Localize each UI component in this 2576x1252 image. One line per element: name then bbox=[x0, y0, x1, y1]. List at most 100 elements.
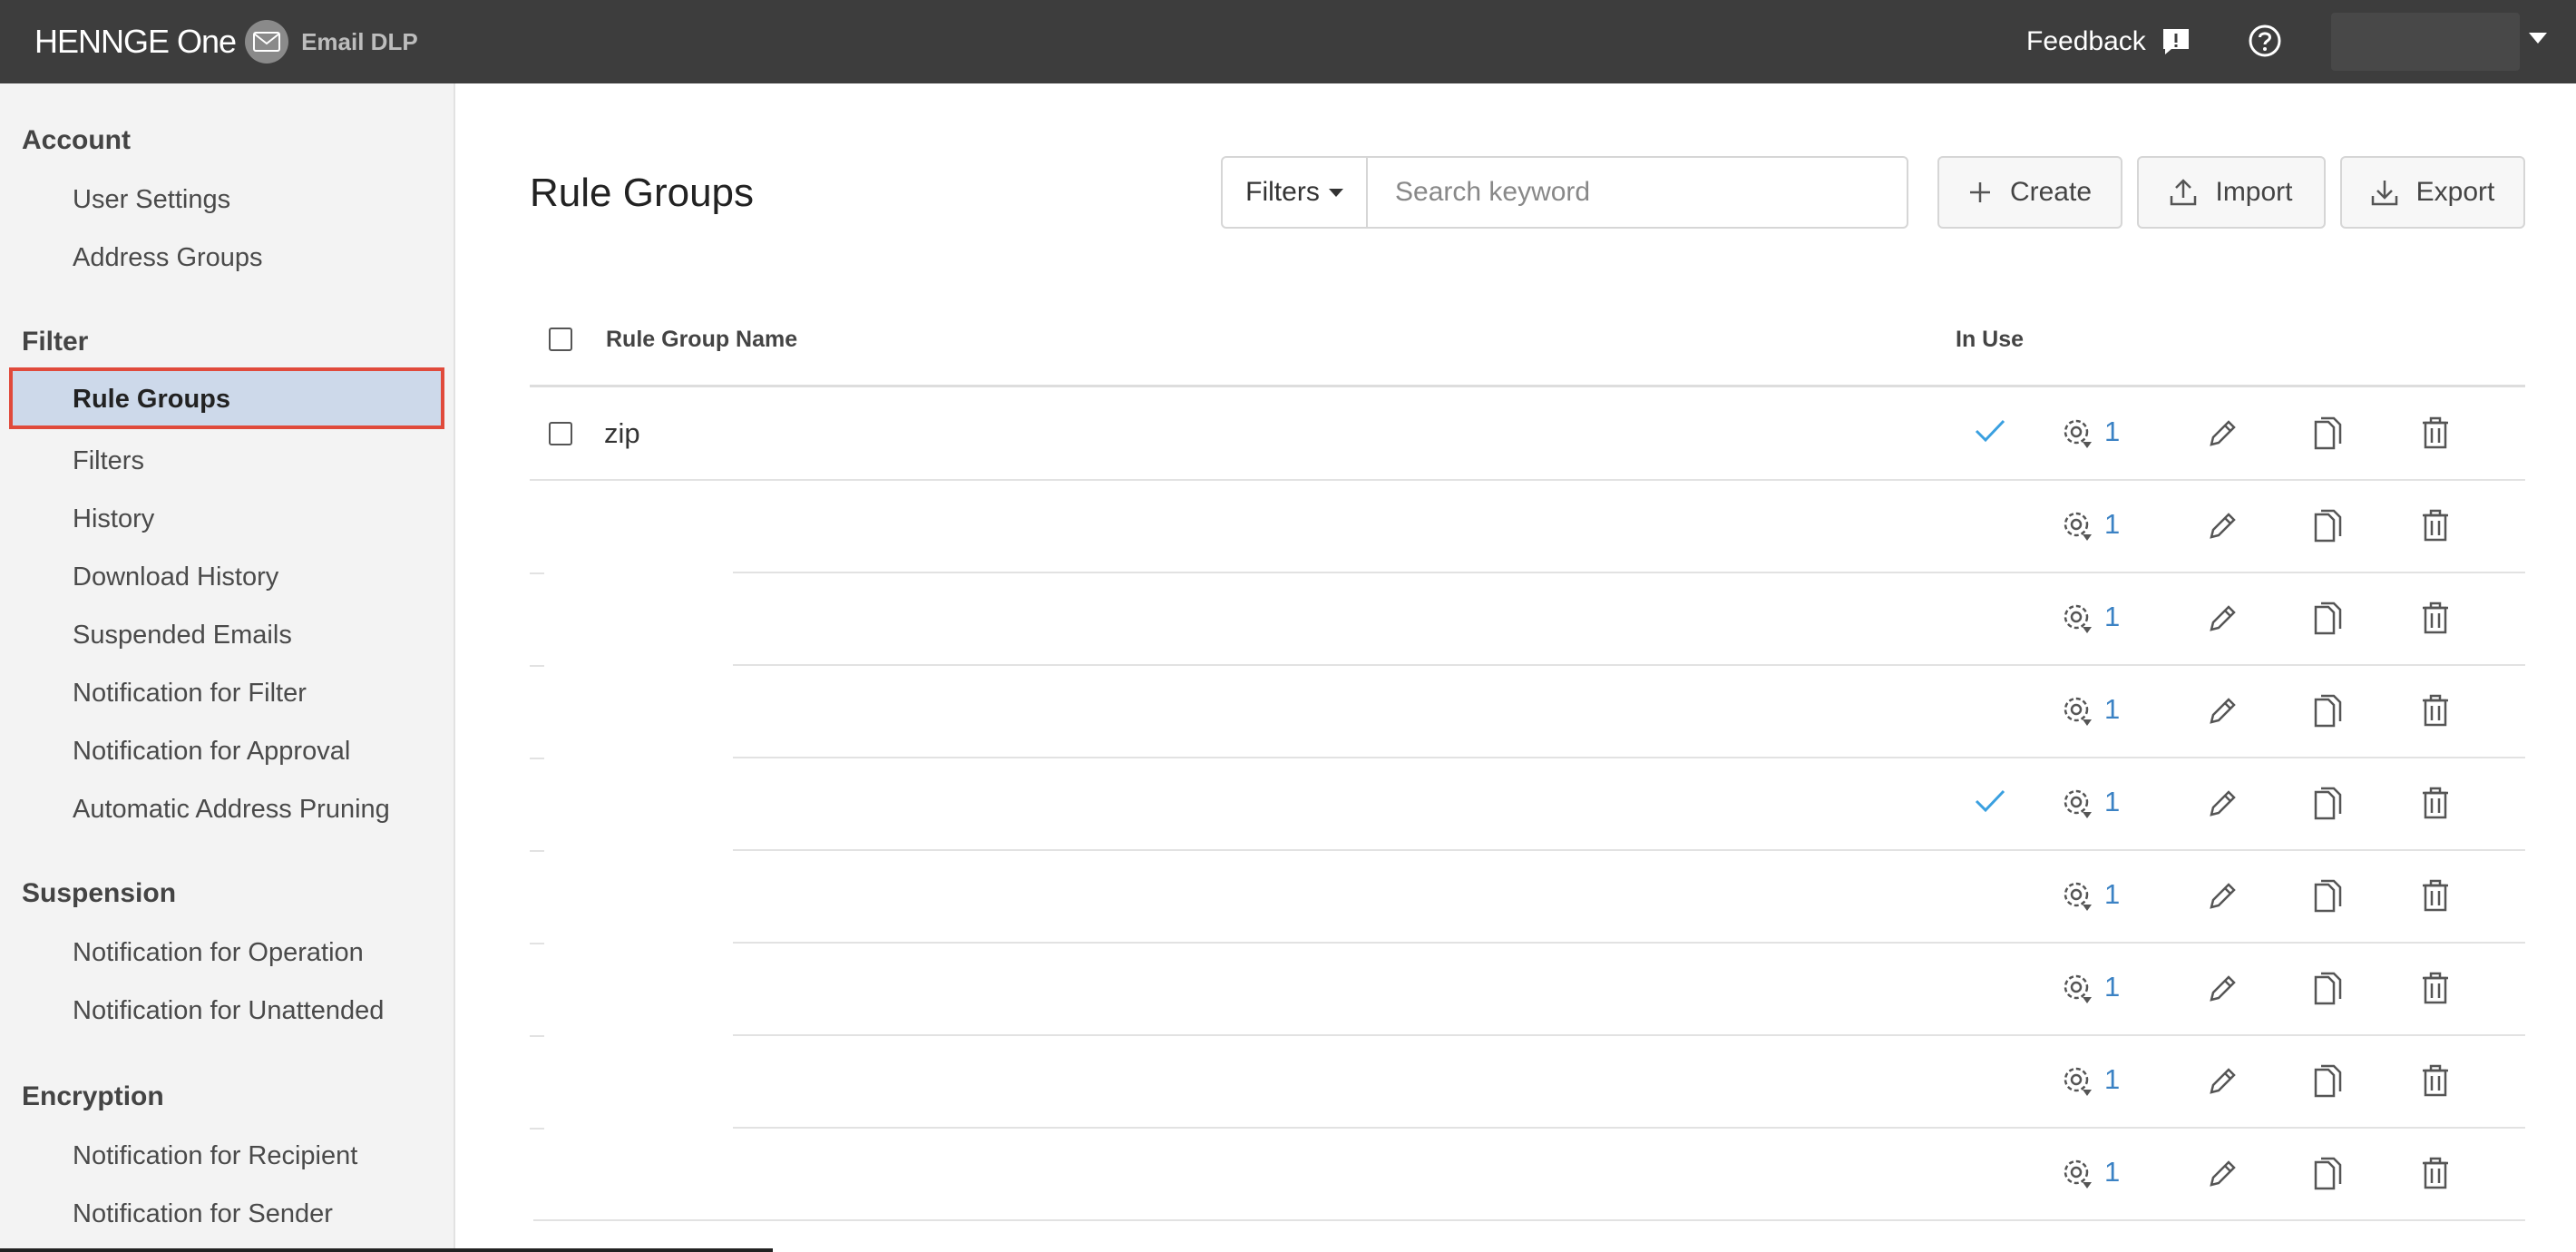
pencil-icon[interactable] bbox=[2206, 880, 2239, 913]
rule-count-link[interactable]: 1 bbox=[2104, 416, 2120, 448]
sidebar-item-rule-groups[interactable]: Rule Groups bbox=[9, 367, 444, 429]
pencil-icon[interactable] bbox=[2206, 973, 2239, 1005]
rule-count-link[interactable]: 1 bbox=[2104, 971, 2120, 1003]
copy-icon[interactable] bbox=[2313, 416, 2344, 451]
copy-icon[interactable] bbox=[2313, 787, 2344, 821]
product-name: Email DLP bbox=[301, 27, 418, 55]
gear-icon[interactable] bbox=[2061, 879, 2095, 914]
row-divider-stub bbox=[530, 943, 544, 944]
sidebar-item-notification-for-sender[interactable]: Notification for Sender bbox=[73, 1199, 333, 1229]
pencil-icon[interactable] bbox=[2206, 1065, 2239, 1098]
trash-icon[interactable] bbox=[2420, 509, 2451, 542]
row-divider bbox=[733, 1034, 2525, 1036]
sidebar-item-download-history[interactable]: Download History bbox=[73, 562, 278, 592]
row-divider bbox=[733, 1127, 2525, 1129]
copy-icon[interactable] bbox=[2313, 879, 2344, 914]
pencil-icon[interactable] bbox=[2206, 1158, 2239, 1190]
search-bar: Filters bbox=[1221, 156, 1908, 229]
gear-icon[interactable] bbox=[2061, 602, 2095, 636]
row-divider bbox=[733, 664, 2525, 666]
caret-down-icon bbox=[1328, 188, 1343, 197]
pencil-icon[interactable] bbox=[2206, 695, 2239, 728]
pencil-icon[interactable] bbox=[2206, 510, 2239, 543]
trash-icon[interactable] bbox=[2420, 416, 2451, 449]
copy-icon[interactable] bbox=[2313, 694, 2344, 729]
select-all-checkbox[interactable] bbox=[549, 328, 572, 351]
check-icon bbox=[1975, 419, 2005, 443]
copy-icon[interactable] bbox=[2313, 1157, 2344, 1191]
gear-icon[interactable] bbox=[2061, 1157, 2095, 1191]
rule-count-link[interactable]: 1 bbox=[2104, 878, 2120, 911]
sidebar-item-history[interactable]: History bbox=[73, 504, 154, 534]
download-icon bbox=[2371, 181, 2397, 206]
export-label: Export bbox=[2415, 177, 2495, 207]
trash-icon[interactable] bbox=[2420, 1157, 2451, 1189]
trash-icon[interactable] bbox=[2420, 602, 2451, 634]
rule-count-link[interactable]: 1 bbox=[2104, 508, 2120, 541]
copy-icon[interactable] bbox=[2313, 972, 2344, 1006]
row-divider bbox=[530, 479, 2525, 481]
trash-icon[interactable] bbox=[2420, 787, 2451, 819]
plus-icon bbox=[1969, 182, 1990, 202]
row-divider bbox=[533, 1219, 2525, 1221]
page-title: Rule Groups bbox=[530, 171, 755, 215]
copy-icon[interactable] bbox=[2313, 602, 2344, 636]
row-divider bbox=[733, 942, 2525, 944]
filters-label: Filters bbox=[1245, 177, 1320, 207]
feedback-button[interactable]: Feedback bbox=[2026, 24, 2191, 60]
rule-count-link[interactable]: 1 bbox=[2104, 693, 2120, 726]
sidebar-item-address-groups[interactable]: Address Groups bbox=[73, 243, 263, 273]
gear-icon[interactable] bbox=[2061, 416, 2095, 451]
scrollbar[interactable] bbox=[0, 1248, 773, 1252]
top-bar: HENNGE One Email DLP Feedback bbox=[0, 0, 2576, 83]
row-divider-stub bbox=[530, 850, 544, 852]
row-divider-stub bbox=[530, 1035, 544, 1037]
rule-group-name[interactable]: zip bbox=[604, 417, 640, 450]
pencil-icon[interactable] bbox=[2206, 417, 2239, 450]
sidebar-item-notification-for-recipient[interactable]: Notification for Recipient bbox=[73, 1141, 357, 1171]
sidebar-item-notification-for-approval[interactable]: Notification for Approval bbox=[73, 737, 350, 767]
import-label: Import bbox=[2215, 177, 2293, 207]
sidebar-section-suspension: Suspension bbox=[22, 878, 177, 908]
trash-icon[interactable] bbox=[2420, 694, 2451, 727]
copy-icon[interactable] bbox=[2313, 1064, 2344, 1099]
trash-icon[interactable] bbox=[2420, 972, 2451, 1004]
rule-count-link[interactable]: 1 bbox=[2104, 1156, 2120, 1188]
row-checkbox[interactable] bbox=[549, 422, 572, 445]
sidebar-item-notification-for-operation[interactable]: Notification for Operation bbox=[73, 938, 364, 968]
create-button[interactable]: Create bbox=[1937, 156, 2122, 229]
gear-icon[interactable] bbox=[2061, 972, 2095, 1006]
export-button[interactable]: Export bbox=[2340, 156, 2525, 229]
logo[interactable]: HENNGE One Email DLP bbox=[34, 20, 418, 64]
sidebar-item-notification-for-filter[interactable]: Notification for Filter bbox=[73, 679, 307, 709]
rule-count-link[interactable]: 1 bbox=[2104, 601, 2120, 633]
sidebar-item-suspended-emails[interactable]: Suspended Emails bbox=[73, 621, 292, 650]
import-button[interactable]: Import bbox=[2137, 156, 2326, 229]
sidebar-item-notification-for-unattended[interactable]: Notification for Unattended bbox=[73, 996, 384, 1026]
sidebar-item-filters[interactable]: Filters bbox=[73, 446, 144, 476]
filters-dropdown[interactable]: Filters bbox=[1223, 158, 1368, 227]
help-icon[interactable] bbox=[2248, 24, 2282, 58]
gear-icon[interactable] bbox=[2061, 787, 2095, 821]
row-divider-stub bbox=[530, 758, 544, 759]
sidebar-item-automatic-address-pruning[interactable]: Automatic Address Pruning bbox=[73, 795, 390, 825]
user-menu[interactable] bbox=[2331, 13, 2520, 71]
gear-icon[interactable] bbox=[2061, 694, 2095, 729]
trash-icon[interactable] bbox=[2420, 1064, 2451, 1097]
row-divider bbox=[733, 849, 2525, 851]
pencil-icon[interactable] bbox=[2206, 787, 2239, 820]
row-divider bbox=[733, 572, 2525, 573]
gear-icon[interactable] bbox=[2061, 1064, 2095, 1099]
sidebar-item-user-settings[interactable]: User Settings bbox=[73, 185, 230, 215]
row-divider-stub bbox=[530, 665, 544, 667]
pencil-icon[interactable] bbox=[2206, 602, 2239, 635]
column-header-in-use[interactable]: In Use bbox=[1956, 327, 2024, 353]
copy-icon[interactable] bbox=[2313, 509, 2344, 543]
search-input[interactable] bbox=[1368, 158, 1907, 227]
column-header-rule-group-name[interactable]: Rule Group Name bbox=[606, 327, 797, 353]
gear-icon[interactable] bbox=[2061, 509, 2095, 543]
chevron-down-icon[interactable] bbox=[2529, 33, 2547, 44]
trash-icon[interactable] bbox=[2420, 879, 2451, 912]
rule-count-link[interactable]: 1 bbox=[2104, 1063, 2120, 1096]
rule-count-link[interactable]: 1 bbox=[2104, 786, 2120, 818]
